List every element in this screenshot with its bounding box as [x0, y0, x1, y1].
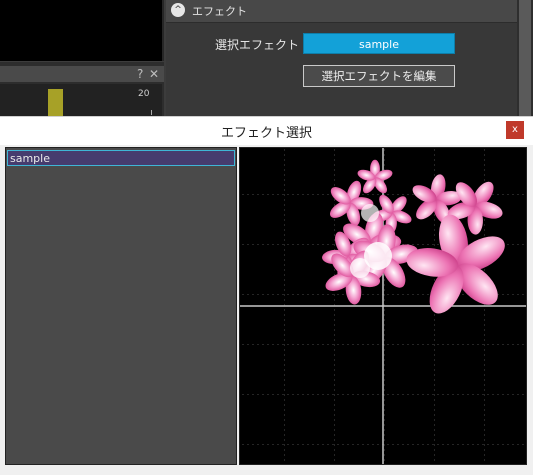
- preview-canvas: [240, 148, 526, 464]
- dialog-close-button[interactable]: x: [506, 121, 524, 139]
- selected-effect-field[interactable]: sample: [303, 33, 455, 54]
- timeline-marker[interactable]: [48, 89, 63, 116]
- frame-number-label: 20: [138, 89, 150, 99]
- scrollbar-thumb[interactable]: [519, 0, 531, 116]
- collapse-icon[interactable]: ^: [171, 3, 185, 17]
- background-app: ? ✕ 20 ^ エフェクト 選択エフェクト sample 選択エフェクトを編集: [0, 0, 533, 116]
- effect-list[interactable]: sample: [5, 147, 237, 465]
- section-title: エフェクト: [192, 5, 247, 18]
- edit-effect-button[interactable]: 選択エフェクトを編集: [303, 65, 455, 87]
- help-icon[interactable]: ?: [137, 66, 143, 82]
- close-icon[interactable]: ✕: [149, 66, 159, 82]
- scene-view[interactable]: [0, 0, 164, 61]
- effect-select-dialog: エフェクト選択 x sample: [0, 116, 533, 475]
- selected-effect-label: 選択エフェクト: [215, 38, 300, 52]
- timeline-tick: [151, 110, 152, 115]
- list-item[interactable]: sample: [7, 150, 235, 166]
- dialog-titlebar[interactable]: エフェクト選択 x: [0, 117, 533, 145]
- dialog-title: エフェクト選択: [220, 126, 312, 141]
- effect-preview: [239, 147, 527, 465]
